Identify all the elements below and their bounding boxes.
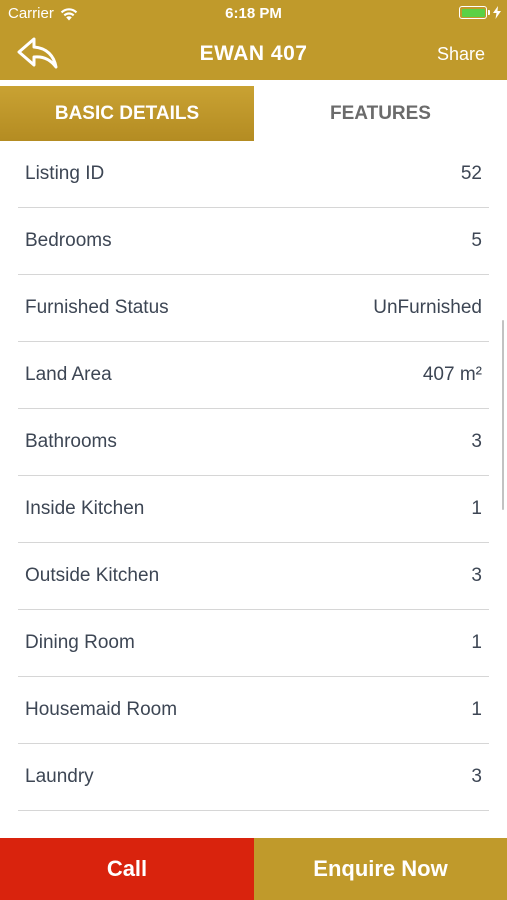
list-item: Land Area 407 m²	[18, 342, 489, 409]
call-button[interactable]: Call	[0, 838, 254, 900]
page-title: EWAN 407	[199, 42, 308, 65]
tab-basic-details[interactable]: BASIC DETAILS	[0, 86, 254, 141]
detail-value: 407 m²	[422, 364, 482, 385]
list-item: Furnished Status UnFurnished	[18, 275, 489, 342]
scroll-indicator[interactable]	[501, 320, 504, 510]
bottom-action-bar: Call Enquire Now	[0, 838, 507, 900]
detail-label: Land Area	[25, 364, 112, 385]
detail-value: 52	[460, 163, 482, 184]
detail-label: Outside Kitchen	[25, 565, 160, 586]
list-item: Dining Room 1	[18, 610, 489, 677]
tab-bar: BASIC DETAILS FEATURES	[0, 86, 507, 141]
detail-value: 3	[471, 766, 482, 787]
status-right	[459, 6, 501, 19]
list-item: Bathrooms 3	[18, 409, 489, 476]
list-item: Bedrooms 5	[18, 208, 489, 275]
battery-icon	[459, 6, 487, 19]
detail-label: Housemaid Room	[25, 699, 178, 720]
battery-level	[461, 8, 485, 17]
app-screen: Carrier 6:18 PM EWAN 407 Share BASIC DET…	[0, 0, 507, 900]
detail-label: Inside Kitchen	[25, 498, 145, 519]
share-button[interactable]: Share	[437, 44, 485, 65]
detail-value: 1	[471, 632, 482, 653]
list-item: Inside Kitchen 1	[18, 476, 489, 543]
detail-label: Furnished Status	[25, 297, 169, 318]
battery-nub	[488, 10, 490, 15]
detail-label: Laundry	[25, 766, 94, 787]
detail-label: Bathrooms	[25, 431, 117, 452]
detail-value: UnFurnished	[373, 297, 482, 318]
tab-features[interactable]: FEATURES	[254, 86, 507, 141]
detail-value: 3	[471, 431, 482, 452]
detail-value: 1	[471, 498, 482, 519]
charging-bolt-icon	[493, 6, 501, 19]
enquire-now-button[interactable]: Enquire Now	[254, 838, 507, 900]
detail-label: Dining Room	[25, 632, 135, 653]
detail-value: 3	[471, 565, 482, 586]
list-item: Outside Kitchen 3	[18, 543, 489, 610]
detail-label: Listing ID	[25, 163, 105, 184]
status-time: 6:18 PM	[225, 5, 282, 22]
details-list: Listing ID 52 Bedrooms 5 Furnished Statu…	[18, 141, 489, 811]
list-item: Laundry 3	[18, 744, 489, 811]
list-item: Listing ID 52	[18, 141, 489, 208]
list-item: Housemaid Room 1	[18, 677, 489, 744]
navigation-bar: EWAN 407 Share	[0, 28, 507, 80]
detail-value: 5	[471, 230, 482, 251]
detail-value: 1	[471, 699, 482, 720]
status-bar: Carrier 6:18 PM	[0, 0, 507, 28]
detail-label: Bedrooms	[25, 230, 112, 251]
